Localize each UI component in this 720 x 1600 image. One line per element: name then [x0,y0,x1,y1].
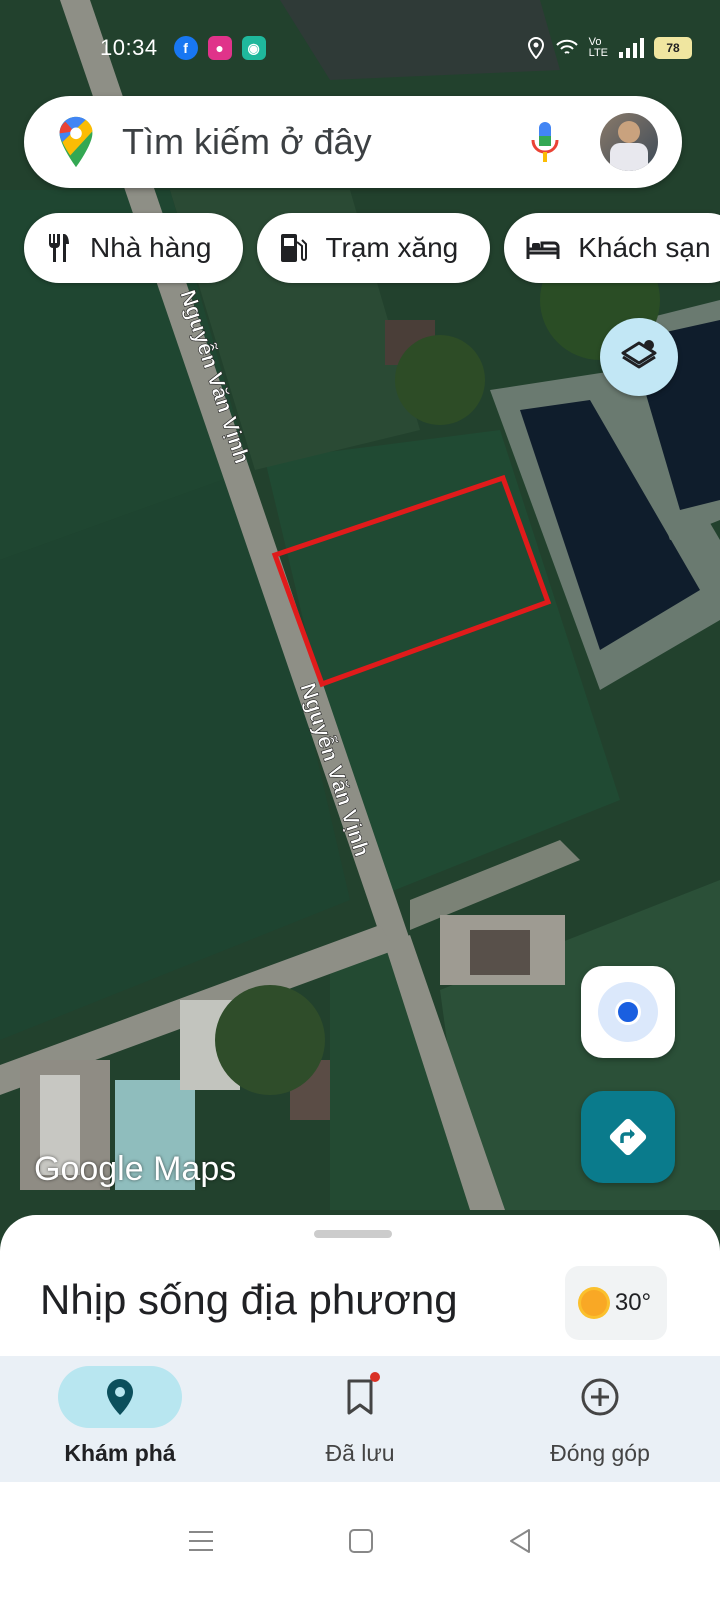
nav-label: Khám phá [64,1440,176,1466]
map-watermark: Google Maps [34,1150,237,1188]
menu-icon[interactable] [187,1529,215,1553]
chip-hotels[interactable]: Khách sạn [504,213,720,283]
add-circle-icon [581,1378,619,1416]
weather-chip[interactable]: 30° [565,1266,667,1340]
hotel-icon [526,237,560,259]
app-notification-icon: ● [207,36,232,60]
notification-dot [370,1372,380,1382]
search-input[interactable]: Tìm kiếm ở đây [122,121,528,163]
directions-button[interactable] [581,1091,675,1183]
directions-icon [609,1118,647,1156]
facebook-icon: f [173,36,198,60]
volte-icon: Vo LTE [588,36,608,59]
sheet-title: Nhịp sống địa phương [40,1276,458,1323]
nav-explore[interactable]: Khám phá [0,1356,240,1482]
bottom-navigation: Khám phá Đã lưu Đóng góp [0,1356,720,1482]
chip-label: Trạm xăng [325,232,459,263]
search-bar[interactable]: Tìm kiếm ở đây [24,96,682,188]
explore-pin-icon [107,1379,133,1415]
status-bar: 10:34 f ● ◉ Vo LTE 78 [100,30,692,66]
sun-icon [580,1290,607,1316]
chip-gas-stations[interactable]: Trạm xăng [257,213,491,283]
nav-contribute[interactable]: Đóng góp [480,1356,720,1482]
sheet-drag-handle[interactable] [314,1230,392,1238]
wifi-icon [555,39,578,54]
layers-icon [621,340,657,369]
status-time: 10:34 [100,35,158,60]
my-location-icon [598,982,658,1042]
system-navigation-bar [0,1482,720,1600]
nav-label: Đã lưu [325,1440,395,1466]
gas-station-icon [281,234,308,262]
nav-saved[interactable]: Đã lưu [240,1356,480,1482]
restaurant-icon [49,234,69,262]
google-maps-logo-icon [59,116,93,168]
bookmark-icon [347,1379,373,1415]
location-icon [527,37,544,59]
nav-label: Đóng góp [550,1440,650,1466]
chip-label: Khách sạn [578,232,711,263]
weather-temperature: 30° [614,1289,652,1316]
my-location-button[interactable] [581,966,675,1058]
battery-indicator: 78 [654,37,692,59]
chat-app-icon: ◉ [241,36,266,60]
category-chips: Nhà hàng Trạm xăng Khách sạn [24,213,720,283]
microphone-icon[interactable] [528,120,562,164]
signal-icon [619,38,644,58]
chip-restaurants[interactable]: Nhà hàng [24,213,244,283]
home-icon[interactable] [348,1528,374,1554]
layers-button[interactable] [600,318,678,396]
user-avatar[interactable] [600,113,658,171]
back-icon[interactable] [507,1528,533,1554]
chip-label: Nhà hàng [90,232,212,263]
